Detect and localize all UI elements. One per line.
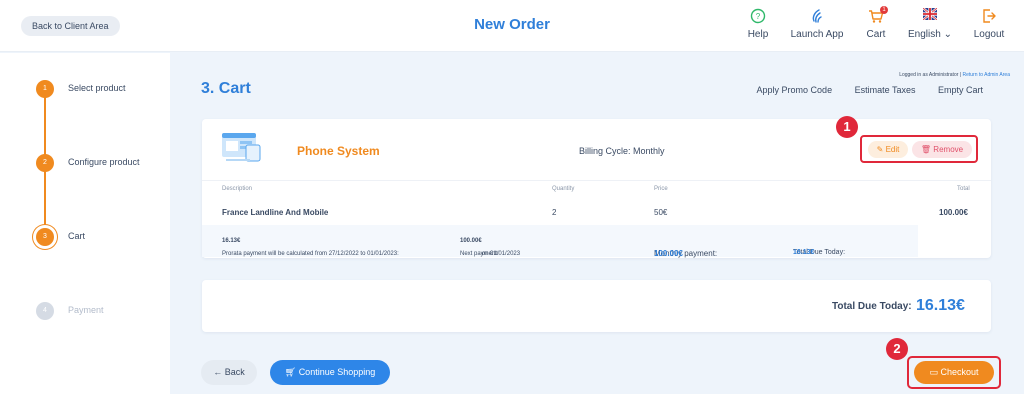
back-button[interactable]: ← Back — [201, 360, 257, 385]
cart-actions: Apply Promo Code Estimate Taxes Empty Ca… — [737, 85, 983, 95]
row-quantity: 2 — [552, 208, 557, 217]
checkout-button[interactable]: ▭ Checkout — [914, 361, 994, 384]
nav-help-label: Help — [747, 29, 769, 40]
product-name: Phone System — [297, 144, 380, 158]
empty-cart-link[interactable]: Empty Cart — [938, 85, 983, 95]
steps-sidebar: 1 Select product 2 Configure product 3 C… — [0, 53, 170, 394]
total-due-value: 16.13€ — [916, 297, 965, 314]
billing-cycle: Billing Cycle: Monthly — [579, 146, 665, 156]
arrow-left-icon: ← — [213, 367, 223, 377]
nav-help[interactable]: ? Help — [744, 8, 772, 44]
svg-text:?: ? — [756, 12, 761, 21]
logout-icon — [973, 8, 1005, 26]
step-label: Cart — [68, 231, 86, 241]
table-header: Description Quantity Price Total — [202, 180, 991, 198]
row-total: 100.00€ — [939, 208, 968, 217]
logged-in-text: Logged in as Administrator — [899, 72, 959, 78]
checkout-highlight: ▭ Checkout — [907, 356, 1001, 389]
apply-promo-code-link[interactable]: Apply Promo Code — [757, 85, 833, 95]
step-number: 2 — [36, 154, 54, 172]
table-row: France Landline And Mobile 2 50€ 100.00€ — [202, 198, 991, 224]
prorata-note: Prorata payment will be calculated from … — [222, 238, 399, 257]
card-icon: ▭ — [929, 367, 938, 377]
nav-cart[interactable]: 1 Cart — [864, 6, 888, 44]
logged-in-notice: Logged in as Administrator | Return to A… — [899, 72, 1010, 78]
nav-launch-app[interactable]: Launch App — [788, 8, 846, 44]
item-actions-highlight: ✎ Edit 🗑 Remove — [860, 135, 978, 163]
cart-count-badge: 1 — [880, 6, 888, 14]
launch-app-icon — [788, 8, 846, 26]
remove-button[interactable]: 🗑 Remove — [912, 141, 972, 158]
cart-item-card: Phone System Billing Cycle: Monthly ✎ Ed… — [202, 119, 991, 258]
col-price: Price — [654, 186, 668, 192]
cart-icon: 1 — [866, 6, 888, 26]
step-number: 4 — [36, 302, 54, 320]
continue-shopping-button[interactable]: 🛒︎ Continue Shopping — [270, 360, 390, 385]
return-to-admin-link[interactable]: Return to Admin Area — [962, 72, 1010, 78]
edit-icon: ✎ — [876, 145, 884, 154]
estimate-taxes-link[interactable]: Estimate Taxes — [855, 85, 916, 95]
step-label: Payment — [68, 305, 104, 315]
step-number: 1 — [36, 80, 54, 98]
col-description: Description — [222, 186, 253, 192]
col-total: Total — [957, 186, 970, 192]
step-label: Select product — [68, 83, 126, 93]
product-image — [220, 129, 264, 165]
total-due-label: Total Due Today: — [832, 301, 912, 312]
order-total-card: Total Due Today: 16.13€ — [202, 280, 991, 332]
edit-button[interactable]: ✎ Edit — [868, 141, 908, 158]
annotation-badge-1: 1 — [836, 116, 858, 138]
nav-language-label: English ⌄ — [908, 29, 952, 40]
nav-launch-app-label: Launch App — [790, 29, 844, 40]
help-icon: ? — [744, 8, 772, 26]
chevron-down-icon: ⌄ — [943, 29, 952, 40]
cart-title: 3. Cart — [201, 80, 251, 97]
cart-icon: 🛒︎ — [284, 367, 297, 377]
nav-language[interactable]: English ⌄ — [906, 8, 954, 44]
step-number: 3 — [36, 228, 54, 246]
trash-icon: 🗑 — [920, 145, 932, 154]
uk-flag-icon — [906, 8, 954, 26]
col-quantity: Quantity — [552, 186, 575, 192]
row-description: France Landline And Mobile — [222, 208, 329, 217]
top-bar: Back to Client Area New Order ? Help Lau… — [0, 0, 1024, 52]
nav-logout-label: Logout — [973, 29, 1005, 40]
nav-cart-label: Cart — [866, 29, 886, 40]
nav-logout[interactable]: Logout — [973, 8, 1005, 44]
annotation-badge-2: 2 — [886, 338, 908, 360]
table-footer: Prorata payment will be calculated from … — [202, 225, 918, 258]
step-label: Configure product — [68, 157, 140, 167]
next-payment-note: Next payment: 100.00€ on 01/01/2023 — [460, 238, 521, 257]
row-price: 50€ — [654, 208, 668, 217]
